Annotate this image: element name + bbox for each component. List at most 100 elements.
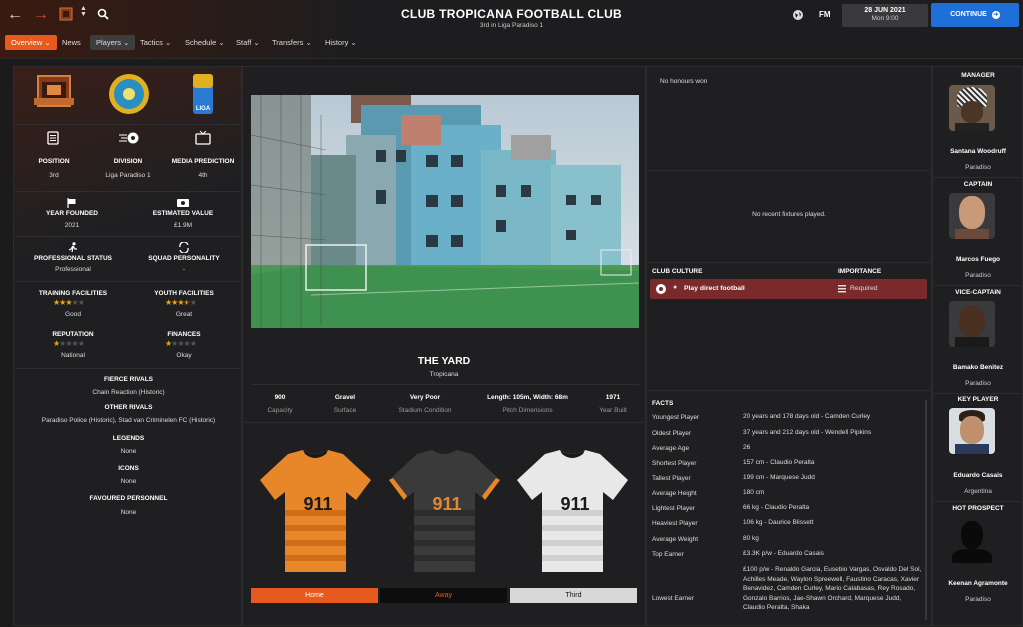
tab-players[interactable]: Players ⌄ (90, 35, 136, 50)
position-label: POSITION (38, 158, 70, 165)
continue-button[interactable]: CONTINUE ➜ (931, 3, 1019, 27)
fact-label-top-earner: Top Earner (652, 551, 684, 558)
hot-prospect-name[interactable]: Keenan Agramonte (934, 580, 1022, 587)
home-sponsor-text: 911 (303, 494, 332, 514)
vice-captain-photo[interactable] (949, 301, 995, 347)
divider (934, 177, 1021, 178)
away-sponsor-text: 911 (432, 494, 461, 514)
fm-menu-button[interactable]: FM (819, 10, 831, 19)
club-crest-image (34, 75, 74, 107)
year-built-label: Year Built (599, 407, 627, 414)
media-prediction-label: MEDIA PREDICTION (171, 158, 235, 165)
captain-nationality: Paradiso (965, 272, 991, 279)
tab-news[interactable]: News (56, 35, 87, 50)
importance-icon (838, 285, 846, 293)
capacity-label: Capacity (267, 407, 293, 414)
fact-value-average-height: 180 cm (743, 489, 765, 496)
divider (648, 262, 930, 263)
icons-label: ICONS (118, 465, 139, 472)
fact-label-heaviest: Heaviest Player (652, 520, 698, 527)
current-time: Mon 9:00 (871, 15, 899, 22)
stadium-city[interactable]: Tropicana (244, 371, 644, 378)
fact-value-lightest[interactable]: 66 kg - Claudio Peralta (743, 503, 923, 513)
manager-name[interactable]: Santana Woodruff (934, 148, 1022, 155)
stadium-name[interactable]: THE YARD (244, 355, 644, 367)
current-date: 28 JUN 2021 (864, 7, 906, 14)
divider (15, 368, 240, 369)
world-icon[interactable] (792, 9, 804, 21)
tab-overview[interactable]: Overview ⌄ (5, 35, 57, 50)
fact-value-lowest-earner[interactable]: £100 p/w - Renaldo Garcia, Eusebio Varga… (743, 565, 923, 615)
finances-label: FINANCES (167, 331, 201, 338)
fact-value-top-earner[interactable]: £3.3K p/w - Eduardo Casais (743, 549, 923, 559)
vice-captain-nationality: Paradiso (965, 380, 991, 387)
training-facilities-value: Good (65, 311, 81, 318)
tab-history[interactable]: History ⌄ (319, 35, 363, 50)
squad-personality-value: - (182, 266, 186, 273)
lock-icon: ● (673, 284, 678, 291)
legends-label: LEGENDS (112, 435, 145, 442)
year-founded-label: YEAR FOUNDED (45, 210, 98, 217)
other-rivals-value[interactable]: Paradiso Police (Historic), Stad van Cri… (14, 417, 243, 424)
liga-badge-text: LIGA (196, 106, 211, 112)
captain-name[interactable]: Marcos Fuego (934, 256, 1022, 263)
fact-value-tallest[interactable]: 199 cm - Marquese Judd (743, 473, 923, 483)
third-kit-image[interactable]: 911 (515, 450, 630, 575)
hot-prospect-silhouette-icon[interactable] (949, 517, 995, 563)
captain-role: CAPTAIN (963, 181, 993, 188)
hot-prospect-role: HOT PROSPECT (952, 505, 1004, 512)
tab-schedule[interactable]: Schedule ⌄ (179, 35, 231, 50)
top-bar: ← → ▲ ▼ CLUB TROPICANA FOOTBALL CLUB 3rd … (0, 0, 1023, 59)
division-value[interactable]: Liga Paradiso 1 (88, 172, 168, 179)
position-value: 3rd (49, 172, 59, 179)
reputation-label: REPUTATION (52, 331, 94, 338)
position-icon (47, 131, 59, 145)
runner-icon (68, 242, 77, 253)
third-sponsor-text: 911 (560, 494, 589, 514)
home-kit-image[interactable]: 911 (258, 450, 373, 575)
key-player-nationality: Argentina (964, 488, 992, 495)
ball-icon (119, 132, 139, 144)
fact-value-oldest[interactable]: 37 years and 212 days old - Wendell Pipk… (743, 428, 923, 438)
away-kit-image[interactable]: 911 (387, 450, 502, 575)
key-player-photo[interactable] (949, 408, 995, 454)
youth-facilities-label: YOUTH FACILITIES (154, 290, 214, 297)
tab-staff[interactable]: Staff ⌄ (230, 35, 266, 50)
youth-facilities-value: Great (175, 311, 193, 318)
continue-label: CONTINUE (950, 11, 987, 18)
stadium-photo[interactable] (251, 95, 639, 328)
surface-value: Gravel (334, 394, 356, 401)
reputation-stars: ★★★★★ (53, 339, 85, 348)
divider (15, 191, 240, 192)
captain-photo[interactable] (949, 193, 995, 239)
date-display[interactable]: 28 JUN 2021 Mon 9:00 (842, 4, 928, 27)
away-kit-button[interactable]: Away (380, 588, 507, 603)
fact-value-heaviest[interactable]: 106 kg - Daurice Blissett (743, 518, 923, 528)
tab-transfers[interactable]: Transfers ⌄ (266, 35, 318, 50)
flag-icon (67, 198, 76, 208)
culture-row[interactable]: ● Play direct football Required (650, 279, 927, 299)
fact-value-youngest[interactable]: 20 years and 178 days old - Camden Curle… (743, 412, 923, 422)
vice-captain-name[interactable]: Bamako Benitez (934, 364, 1022, 371)
tab-tactics[interactable]: Tactics ⌄ (134, 35, 177, 50)
media-prediction-value: 4th (198, 172, 208, 179)
fact-label-average-height: Average Height (652, 490, 697, 497)
third-kit-button[interactable]: Third (510, 588, 637, 603)
fact-label-lowest-earner: Lowest Earner (652, 595, 694, 602)
manager-photo[interactable] (949, 85, 995, 131)
club-culture-header: CLUB CULTURE (652, 268, 703, 275)
culture-importance: Required (850, 285, 878, 292)
reputation-value: National (61, 352, 85, 359)
pitch-dimensions-value: Length: 105m, Width: 68m (487, 394, 568, 401)
divider (15, 124, 240, 125)
fierce-rivals-value[interactable]: Chain Reaction (Historic) (14, 389, 243, 396)
home-kit-button[interactable]: Home (251, 588, 378, 603)
divider (648, 170, 930, 171)
facts-scrollbar[interactable] (925, 400, 927, 620)
tv-icon (195, 131, 211, 145)
favoured-personnel-value: None (120, 509, 137, 516)
year-founded-value: 2021 (64, 222, 80, 229)
key-player-name[interactable]: Eduardo Casais (934, 472, 1022, 479)
fact-value-shortest[interactable]: 157 cm - Claudio Peralta (743, 458, 923, 468)
fact-label-lightest: Lightest Player (652, 505, 695, 512)
